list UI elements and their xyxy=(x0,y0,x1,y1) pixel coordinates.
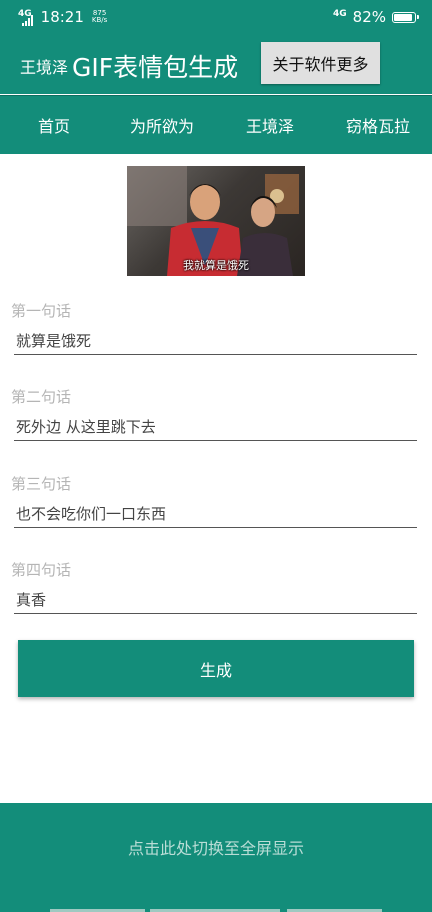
tab-wangjingze[interactable]: 王境泽 xyxy=(216,96,324,154)
generate-button[interactable]: 生成 xyxy=(18,640,414,697)
battery-icon xyxy=(392,11,419,23)
status-right: 4G 82% xyxy=(333,8,419,26)
preview-caption: 我就算是饿死 xyxy=(183,259,249,272)
sentence-4-input[interactable] xyxy=(14,586,417,614)
app-author: 王境泽 xyxy=(20,58,69,77)
app-title: GIF表情包生成 xyxy=(72,53,239,82)
tab-home[interactable]: 首页 xyxy=(0,96,108,154)
sentence-3-input[interactable] xyxy=(14,500,417,528)
field-label-4: 第四句话 xyxy=(11,561,72,579)
network-type: 4G xyxy=(18,8,32,19)
field-label-2: 第二句话 xyxy=(11,388,72,406)
field-label-1: 第一句话 xyxy=(11,302,72,320)
gif-preview-image: 我就算是饿死 xyxy=(127,166,305,276)
network-type-right: 4G xyxy=(333,8,347,19)
tab-bar: 首页 为所欲为 王境泽 窃格瓦拉 xyxy=(0,95,432,154)
status-time: 18:21 xyxy=(40,8,84,26)
about-software-button[interactable]: 关于软件更多 xyxy=(261,42,380,84)
tab-qiegewala[interactable]: 窃格瓦拉 xyxy=(324,96,432,154)
battery-percent: 82% xyxy=(352,8,386,26)
sentence-2-input[interactable] xyxy=(14,413,417,441)
app-bar: 王境泽 GIF表情包生成 关于软件更多 xyxy=(0,34,432,94)
speed-unit: KB/s xyxy=(91,16,108,24)
sentence-1-input[interactable] xyxy=(14,327,417,355)
status-left: 4G 18:21 875 KB/s xyxy=(18,8,107,26)
tab-weisuoyuwei[interactable]: 为所欲为 xyxy=(108,96,216,154)
fullscreen-toggle-bar[interactable]: 点击此处切换至全屏显示 xyxy=(0,803,432,912)
network-speed: 875 KB/s xyxy=(92,10,107,24)
status-bar: 4G 18:21 875 KB/s 4G 82% xyxy=(0,0,432,34)
field-label-3: 第三句话 xyxy=(11,475,72,493)
fullscreen-hint: 点击此处切换至全屏显示 xyxy=(127,839,304,858)
